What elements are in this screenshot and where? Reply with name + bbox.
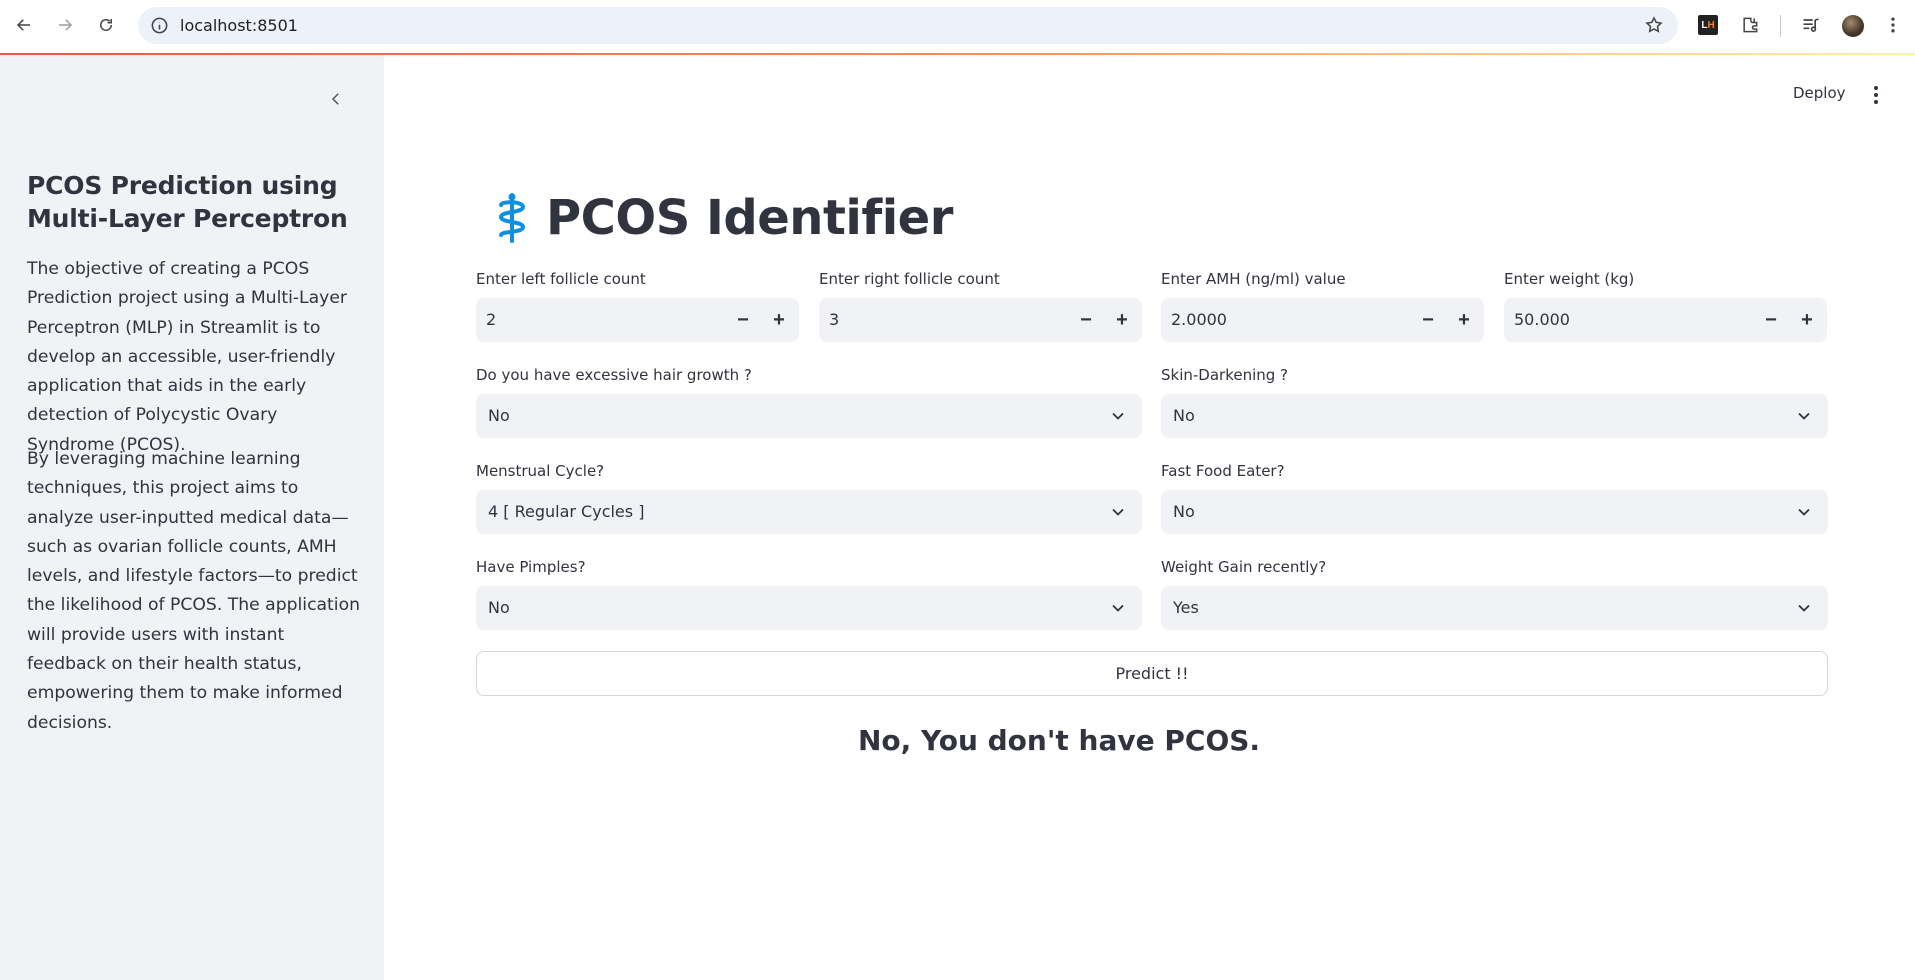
- profile-avatar[interactable]: [1842, 15, 1864, 37]
- skin-darkening-select[interactable]: No: [1161, 394, 1828, 438]
- sidebar: PCOS Prediction using Multi-Layer Percep…: [0, 55, 384, 980]
- deploy-button[interactable]: Deploy: [1793, 84, 1846, 102]
- hair-growth-select[interactable]: No: [476, 394, 1142, 438]
- predict-button[interactable]: Predict !!: [476, 651, 1828, 696]
- url-text[interactable]: localhost:8501: [180, 16, 298, 35]
- site-info-icon[interactable]: [150, 16, 169, 35]
- amh-increment-button[interactable]: +: [1446, 298, 1482, 342]
- lighthouse-extension-icon[interactable]: LH: [1697, 14, 1719, 36]
- left-follicle-label: Enter left follicle count: [476, 270, 646, 288]
- amh-label: Enter AMH (ng/ml) value: [1161, 270, 1346, 288]
- right-follicle-label: Enter right follicle count: [819, 270, 1000, 288]
- forward-arrow-icon[interactable]: [51, 11, 79, 39]
- left-follicle-value[interactable]: 2: [486, 310, 496, 329]
- weight-input[interactable]: 50.000 − +: [1504, 298, 1827, 342]
- pimples-value: No: [488, 598, 510, 617]
- extensions-puzzle-icon[interactable]: [1739, 14, 1761, 36]
- pimples-label: Have Pimples?: [476, 558, 586, 576]
- left-follicle-decrement-button[interactable]: −: [725, 298, 761, 342]
- weight-label: Enter weight (kg): [1504, 270, 1635, 288]
- sidebar-paragraph-approach: By leveraging machine learning technique…: [27, 449, 360, 733]
- left-follicle-input[interactable]: 2 − +: [476, 298, 799, 342]
- address-bar[interactable]: localhost:8501: [138, 7, 1678, 44]
- page-title-text: PCOS Identifier: [546, 190, 953, 246]
- browser-menu-icon[interactable]: [1882, 14, 1904, 36]
- chevron-down-icon: [1798, 604, 1810, 612]
- weight-value[interactable]: 50.000: [1514, 310, 1570, 329]
- skin-darkening-value: No: [1173, 406, 1195, 425]
- weight-gain-label: Weight Gain recently?: [1161, 558, 1327, 576]
- menstrual-cycle-value: 4 [ Regular Cycles ]: [488, 502, 645, 521]
- left-follicle-increment-button[interactable]: +: [761, 298, 797, 342]
- media-control-icon[interactable]: [1800, 14, 1822, 36]
- right-follicle-decrement-button[interactable]: −: [1068, 298, 1104, 342]
- chevron-down-icon: [1798, 412, 1810, 420]
- right-follicle-increment-button[interactable]: +: [1104, 298, 1140, 342]
- right-follicle-value[interactable]: 3: [829, 310, 839, 329]
- hair-growth-label: Do you have excessive hair growth ?: [476, 366, 752, 384]
- skin-darkening-label: Skin-Darkening ?: [1161, 366, 1289, 384]
- weight-gain-value: Yes: [1173, 598, 1199, 617]
- chevron-down-icon: [1112, 508, 1124, 516]
- menstrual-cycle-select[interactable]: 4 [ Regular Cycles ]: [476, 490, 1142, 534]
- chevron-down-icon: [1798, 508, 1810, 516]
- bookmark-star-icon[interactable]: [1644, 15, 1664, 35]
- caduceus-icon: [498, 193, 526, 243]
- sidebar-title: PCOS Prediction using Multi-Layer Percep…: [27, 171, 348, 233]
- chevron-down-icon: [1112, 604, 1124, 612]
- back-arrow-icon[interactable]: [10, 11, 38, 39]
- collapse-sidebar-chevron-left-icon[interactable]: [326, 89, 346, 109]
- page-title: PCOS Identifier: [492, 188, 953, 248]
- amh-decrement-button[interactable]: −: [1410, 298, 1446, 342]
- browser-toolbar: localhost:8501 LH: [0, 0, 1915, 53]
- fast-food-label: Fast Food Eater?: [1161, 462, 1285, 480]
- weight-gain-select[interactable]: Yes: [1161, 586, 1828, 630]
- amh-value[interactable]: 2.0000: [1171, 310, 1227, 329]
- weight-increment-button[interactable]: +: [1789, 298, 1825, 342]
- chevron-down-icon: [1112, 412, 1124, 420]
- fast-food-value: No: [1173, 502, 1195, 521]
- amh-input[interactable]: 2.0000 − +: [1161, 298, 1484, 342]
- right-follicle-input[interactable]: 3 − +: [819, 298, 1142, 342]
- reload-icon[interactable]: [92, 11, 120, 39]
- menstrual-cycle-label: Menstrual Cycle?: [476, 462, 605, 480]
- hair-growth-value: No: [488, 406, 510, 425]
- extension-badge-h: H: [1707, 19, 1715, 31]
- pimples-select[interactable]: No: [476, 586, 1142, 630]
- prediction-result: No, You don't have PCOS.: [857, 724, 1261, 757]
- weight-decrement-button[interactable]: −: [1753, 298, 1789, 342]
- fast-food-select[interactable]: No: [1161, 490, 1828, 534]
- main-menu-icon[interactable]: [1866, 84, 1886, 106]
- sidebar-paragraph-objective: The objective of creating a PCOS Predict…: [27, 259, 347, 455]
- toolbar-separator: [1780, 15, 1781, 37]
